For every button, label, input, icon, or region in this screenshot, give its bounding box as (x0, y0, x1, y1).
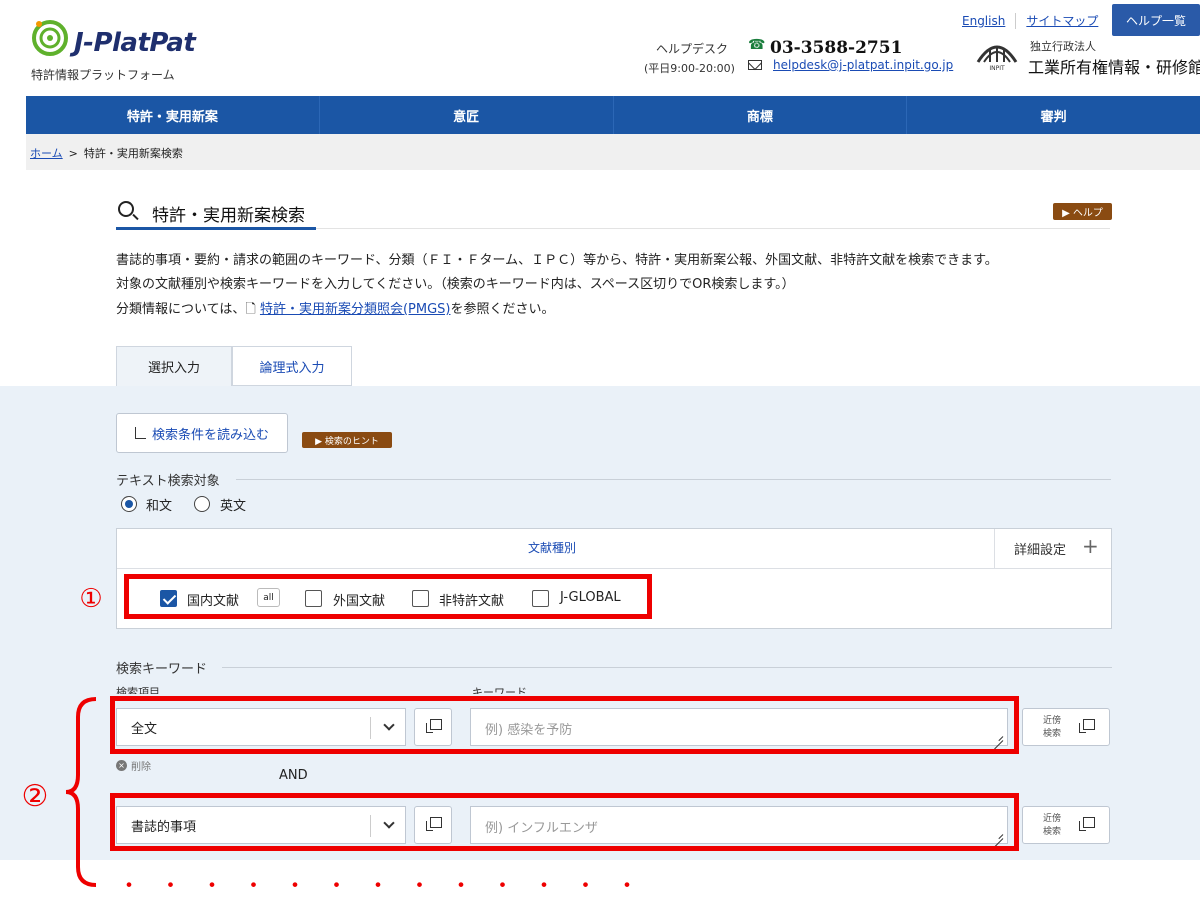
description-line-2: 対象の文献種別や検索キーワードを入力してください。（検索のキーワード内は、スペー… (116, 277, 795, 292)
document-type-label: 文献種別 (528, 541, 577, 555)
search-item-column-label: 検索項目 (116, 686, 160, 694)
svg-text:INPIT: INPIT (989, 65, 1005, 72)
inpit-logo-icon[interactable]: INPIT (974, 36, 1020, 72)
section-divider (222, 667, 1112, 668)
detail-settings-toggle[interactable]: 詳細設定 (1014, 539, 1066, 558)
section-divider (236, 479, 1111, 480)
proximity-search-button-2[interactable]: 近傍 検索 (1022, 806, 1110, 844)
tab-logic-input[interactable]: 論理式入力 (232, 346, 352, 386)
org-subtitle: 独立行政法人 (1030, 40, 1096, 53)
page-title: 特許・実用新案検索 (152, 206, 305, 226)
divider (117, 568, 1111, 569)
logo-subtitle: 特許情報プラットフォーム (31, 68, 175, 82)
search-icon (118, 201, 134, 217)
keyword-column-label: キーワード (472, 686, 527, 694)
proximity-label: 近傍 検索 (1043, 716, 1062, 739)
description-line-3: 分類情報については、🗋 特許・実用新案分類照会(PMGS)を参照ください。 (116, 298, 555, 322)
proximity-label: 近傍 検索 (1043, 814, 1062, 837)
document-icon: 🗋 (245, 302, 260, 317)
annotation-brace (65, 697, 97, 887)
annotation-ellipsis: ・・・・・・・・・・・・・ (118, 874, 658, 899)
load-conditions-button[interactable]: 検索条件を読み込む (116, 413, 288, 453)
helpdesk-label: ヘルプデスク (656, 42, 729, 56)
org-name[interactable]: 工業所有権情報・研修館 (1028, 54, 1200, 78)
nav-trial[interactable]: 審判 (906, 96, 1200, 134)
annotation-box-3 (110, 793, 1019, 851)
helpdesk-email-link[interactable]: helpdesk@j-platpat.inpit.go.jp (773, 58, 953, 72)
text-target-label: テキスト検索対象 (116, 474, 220, 489)
helpdesk-phone: 03-3588-2751 (770, 38, 903, 58)
helpdesk-hours: (平日9:00-20:00) (644, 62, 735, 75)
close-icon: × (116, 760, 127, 771)
description-line-1: 書誌的事項・要約・請求の範囲のキーワード、分類（ＦＩ・Ｆターム、ＩＰＣ）等から、… (116, 253, 998, 268)
copy-icon (1079, 817, 1095, 831)
annotation-box-2 (110, 696, 1019, 754)
radio-english[interactable] (194, 496, 210, 512)
pmgs-link[interactable]: 特許・実用新案分類照会(PMGS) (260, 302, 451, 317)
annotation-box-1 (124, 574, 652, 619)
keyword-section-label: 検索キーワード (116, 662, 208, 677)
radio-english-label[interactable]: 英文 (220, 495, 246, 514)
desc3-prefix: 分類情報については、 (116, 302, 246, 317)
help-button[interactable]: ▶ ヘルプ (1053, 203, 1112, 220)
nav-design[interactable]: 意匠 (318, 96, 613, 134)
breadcrumb-home[interactable]: ホーム (30, 145, 63, 161)
help-list-button[interactable]: ヘルプ一覧 (1112, 4, 1200, 36)
delete-row-button-1[interactable]: × 削除 (116, 758, 151, 773)
copy-icon (1079, 719, 1095, 733)
desc3-suffix: を参照ください。 (450, 302, 555, 317)
proximity-search-button-1[interactable]: 近傍 検索 (1022, 708, 1110, 746)
phone-icon: ☎ (748, 37, 766, 53)
main-nav: 特許・実用新案 意匠 商標 審判 (26, 96, 1200, 134)
load-conditions-label: 検索条件を読み込む (151, 427, 269, 443)
annotation-number-1: ① (79, 584, 103, 614)
radio-japanese-label[interactable]: 和文 (146, 495, 172, 514)
sitemap-link[interactable]: サイトマップ (1026, 12, 1098, 29)
search-hint-button[interactable]: ▶ 検索のヒント (302, 432, 392, 448)
jplatpat-logo-icon[interactable] (30, 18, 70, 58)
import-icon (134, 427, 146, 439)
tab-select-input[interactable]: 選択入力 (116, 346, 232, 386)
breadcrumb-separator: > (68, 146, 78, 160)
logo-text[interactable]: J-PlatPat (74, 28, 196, 58)
annotation-number-2: ② (21, 778, 49, 814)
plus-icon[interactable]: + (1082, 536, 1099, 556)
radio-japanese[interactable] (121, 496, 137, 512)
top-links: English サイトマップ (962, 12, 1098, 29)
divider (994, 529, 995, 568)
breadcrumb-bar (26, 134, 1200, 170)
nav-patent[interactable]: 特許・実用新案 (26, 96, 319, 134)
english-link[interactable]: English (962, 14, 1005, 28)
divider (1015, 12, 1017, 29)
delete-label: 削除 (131, 762, 151, 773)
and-operator-label: AND (279, 768, 308, 783)
mail-icon (748, 60, 762, 70)
breadcrumb-current: 特許・実用新案検索 (83, 147, 183, 160)
breadcrumb: ホーム > 特許・実用新案検索 (30, 145, 183, 161)
title-underline (116, 227, 316, 230)
nav-trademark[interactable]: 商標 (612, 96, 907, 134)
